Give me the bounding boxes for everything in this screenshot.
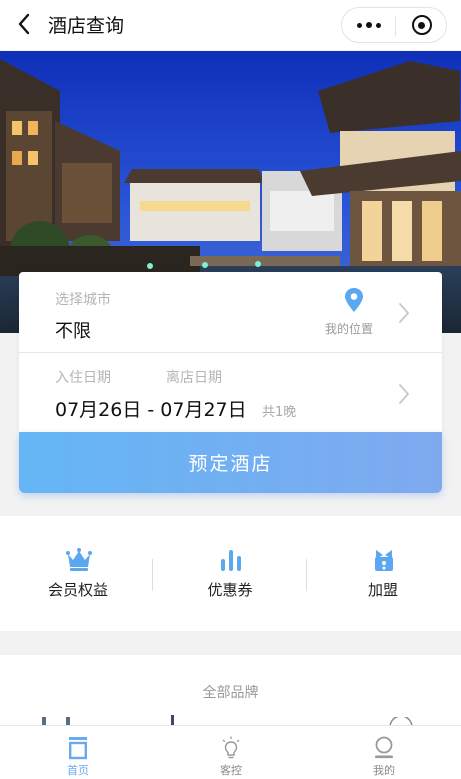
date-selector[interactable]: 入住日期 离店日期 07月26日 - 07月27日 共1晚 bbox=[19, 353, 442, 432]
coupon-button[interactable]: 优惠券 bbox=[170, 516, 290, 631]
city-label: 选择城市 bbox=[55, 292, 111, 308]
home-icon bbox=[69, 737, 88, 760]
tab-home[interactable]: 首页 bbox=[18, 726, 138, 779]
lightbulb-icon bbox=[222, 736, 240, 759]
tab-room-control[interactable]: 客控 bbox=[171, 726, 291, 779]
nights-count: 共1晚 bbox=[262, 405, 297, 420]
member-benefits-label: 会员权益 bbox=[47, 581, 108, 599]
page-title: 酒店查询 bbox=[48, 15, 125, 37]
chevron-left-icon bbox=[18, 13, 30, 35]
quick-actions: 会员权益 优惠券 加盟 bbox=[0, 516, 461, 631]
brands-title: 全部品牌 bbox=[202, 685, 259, 701]
chevron-right-icon bbox=[399, 384, 409, 404]
miniprogram-capsule bbox=[341, 7, 447, 43]
tab-room-control-label: 客控 bbox=[220, 764, 242, 777]
city-selector[interactable]: 选择城市 不限 我的位置 bbox=[19, 272, 442, 352]
quick-divider bbox=[152, 559, 153, 591]
quick-divider bbox=[306, 559, 307, 591]
location-pin-icon[interactable] bbox=[342, 287, 366, 313]
join-button[interactable]: 加盟 bbox=[323, 516, 443, 631]
tab-home-label: 首页 bbox=[67, 764, 89, 777]
hotel-search-card: 选择城市 不限 我的位置 入住日期 离店日期 07月26日 - 07月27日 共… bbox=[19, 272, 442, 432]
city-value: 不限 bbox=[55, 321, 91, 342]
join-label: 加盟 bbox=[367, 581, 398, 599]
coupon-label: 优惠券 bbox=[207, 581, 253, 599]
checkin-label: 入住日期 bbox=[55, 370, 111, 386]
brands-section: 全部品牌 bbox=[0, 655, 461, 735]
target-circle-icon[interactable] bbox=[396, 8, 447, 42]
crown-icon bbox=[66, 548, 92, 571]
tab-mine[interactable]: 我的 bbox=[324, 726, 444, 779]
tab-mine-label: 我的 bbox=[373, 764, 395, 777]
checkout-label: 离店日期 bbox=[166, 370, 222, 386]
more-dots-icon[interactable] bbox=[342, 8, 395, 42]
my-location-label[interactable]: 我的位置 bbox=[325, 320, 373, 337]
bottom-tabbar: 首页 客控 我的 bbox=[0, 725, 461, 779]
user-icon bbox=[375, 736, 393, 759]
bar-chart-icon bbox=[221, 550, 241, 571]
top-navbar: 酒店查询 bbox=[0, 0, 461, 50]
gift-bow-icon bbox=[375, 550, 393, 571]
member-benefits-button[interactable]: 会员权益 bbox=[18, 516, 138, 631]
chevron-right-icon bbox=[399, 303, 409, 323]
book-hotel-button[interactable]: 预定酒店 bbox=[19, 432, 442, 493]
back-button[interactable] bbox=[10, 10, 38, 38]
date-range-value: 07月26日 - 07月27日 bbox=[55, 399, 247, 421]
